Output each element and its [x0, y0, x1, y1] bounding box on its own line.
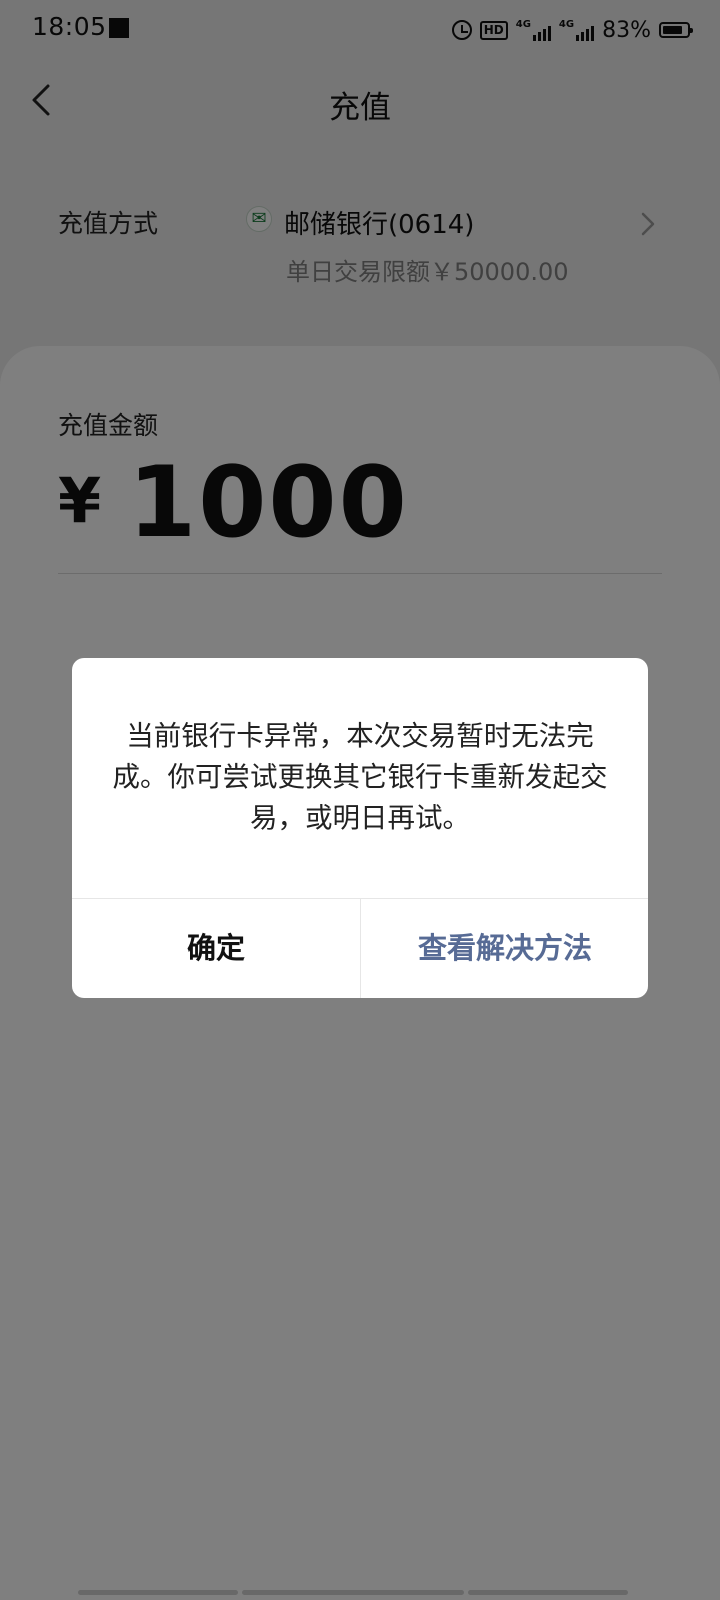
confirm-button[interactable]: 确定	[72, 899, 360, 998]
dialog-message: 当前银行卡异常，本次交易暂时无法完成。你可尝试更换其它银行卡重新发起交易，或明日…	[112, 720, 608, 834]
recharge-screen: 18:05 HD 4G 4G 83% 充值 充值方式 ✉ 邮储银行(0614)	[0, 0, 720, 1600]
error-dialog: 当前银行卡异常，本次交易暂时无法完成。你可尝试更换其它银行卡重新发起交易，或明日…	[72, 658, 648, 998]
view-solution-button[interactable]: 查看解决方法	[361, 899, 648, 998]
